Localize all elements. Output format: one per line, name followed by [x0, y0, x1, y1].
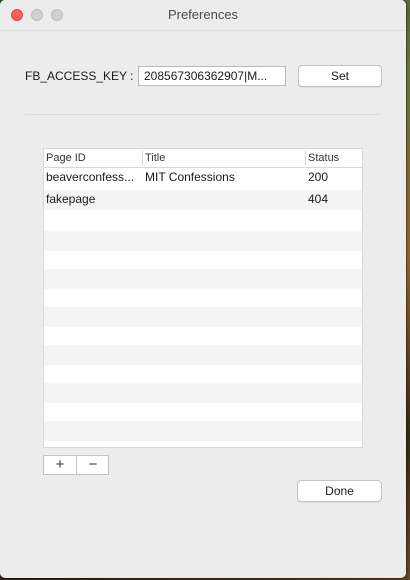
empty-row: [44, 212, 362, 232]
cell-page-id: beaverconfess...: [46, 170, 135, 184]
column-header-page-id[interactable]: Page ID: [46, 152, 86, 164]
set-button[interactable]: Set: [298, 65, 382, 87]
window-title: Preferences: [167, 7, 239, 22]
empty-row: [44, 269, 362, 289]
empty-row: [44, 231, 362, 251]
empty-row: [44, 326, 362, 346]
access-key-label: FB_ACCESS_KEY :: [25, 69, 134, 83]
column-divider: [142, 151, 143, 165]
access-key-input[interactable]: 208567306362907|M...: [138, 66, 286, 86]
column-header-title[interactable]: Title: [145, 152, 165, 164]
cell-status: 200: [308, 170, 329, 184]
empty-row: [44, 421, 362, 441]
cell-status: 404: [308, 192, 329, 206]
table-header: Page ID Title Status: [44, 149, 362, 168]
empty-row: [44, 345, 362, 365]
empty-row: [44, 307, 362, 327]
table-row[interactable]: beaverconfess... MIT Confessions 200: [44, 168, 362, 188]
empty-row: [44, 288, 362, 308]
separator: [25, 114, 381, 115]
add-row-button[interactable]: +: [44, 456, 77, 474]
done-button[interactable]: Done: [297, 480, 382, 502]
pages-table[interactable]: Page ID Title Status beaverconfess... MI…: [43, 148, 363, 448]
empty-row: [44, 383, 362, 403]
column-header-status[interactable]: Status: [308, 152, 339, 164]
empty-row: [44, 364, 362, 384]
empty-row: [44, 402, 362, 422]
remove-row-button[interactable]: −: [77, 456, 109, 474]
cell-title: MIT Confessions: [145, 170, 235, 184]
table-row[interactable]: fakepage 404: [44, 190, 362, 210]
preferences-window: Preferences FB_ACCESS_KEY : 208567306362…: [0, 0, 406, 578]
column-divider: [305, 151, 306, 165]
cell-page-id: fakepage: [46, 192, 96, 206]
add-remove-control: + −: [43, 455, 109, 475]
title-bar: Preferences: [0, 0, 406, 31]
empty-row: [44, 250, 362, 270]
